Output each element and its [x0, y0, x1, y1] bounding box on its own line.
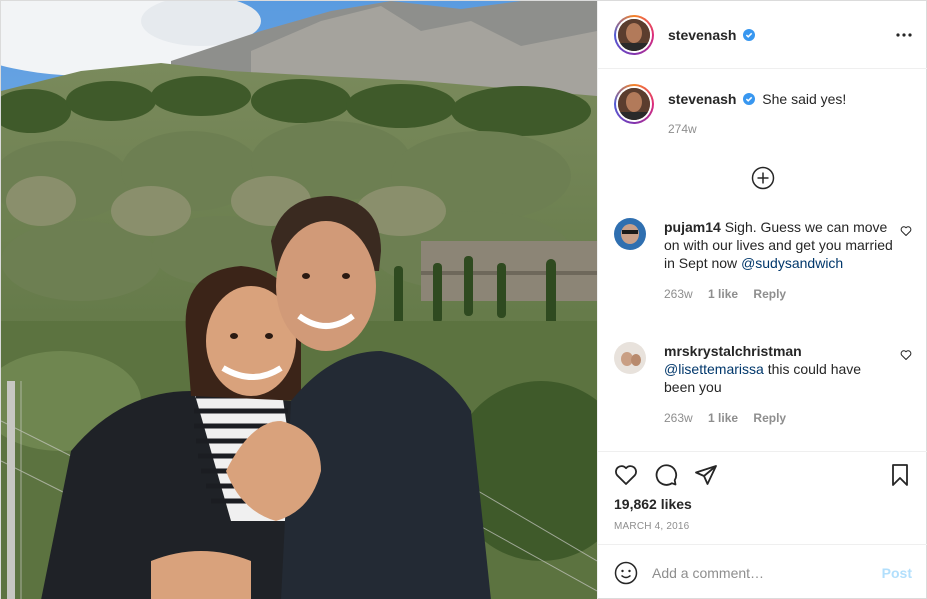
- comment-bubble-icon: [655, 464, 678, 486]
- caption-text: She said yes!: [762, 91, 847, 107]
- comment-mention[interactable]: @sudysandwich: [741, 255, 843, 271]
- emoji-button[interactable]: [614, 561, 638, 585]
- comment-item: pujam14 Sigh. Guess we can move on with …: [614, 218, 912, 303]
- heart-outline-icon: [900, 226, 912, 236]
- post-comment-button[interactable]: Post: [882, 565, 912, 581]
- author-username[interactable]: stevenash: [668, 27, 736, 43]
- comment-meta: 263w 1 like Reply: [664, 285, 896, 303]
- post-photo[interactable]: [1, 1, 597, 599]
- comment-time[interactable]: 263w: [664, 287, 693, 301]
- caption-username[interactable]: stevenash: [668, 91, 736, 107]
- instagram-post: stevenash stevenash She said yes! 274w p…: [0, 0, 927, 599]
- more-horizontal-icon: [896, 33, 912, 37]
- comment-likes[interactable]: 1 like: [708, 287, 738, 301]
- like-button[interactable]: [614, 463, 638, 487]
- share-button[interactable]: [694, 463, 718, 487]
- verified-badge-icon: [743, 28, 756, 41]
- verified-badge-icon: [743, 93, 756, 105]
- avatar-photo-icon: [614, 218, 646, 250]
- post-side-panel: stevenash stevenash She said yes! 274w p…: [597, 1, 927, 599]
- avatar-photo-icon: [618, 88, 650, 120]
- like-comment-button[interactable]: [900, 224, 912, 240]
- avatar-photo-icon: [614, 342, 646, 374]
- smiley-icon: [614, 561, 638, 584]
- comment-likes[interactable]: 1 like: [708, 411, 738, 425]
- comment-meta: 263w 1 like Reply: [664, 409, 896, 427]
- post-actions: 19,862 likes March 4, 2016: [598, 451, 927, 532]
- avatar-photo-icon: [618, 18, 650, 51]
- author-avatar[interactable]: [614, 14, 654, 55]
- action-icons: [614, 452, 912, 498]
- commenter-avatar[interactable]: [614, 218, 646, 250]
- bookmark-icon: [892, 464, 908, 486]
- post-header: stevenash: [598, 1, 927, 69]
- commenter-avatar[interactable]: [614, 342, 646, 374]
- heart-outline-icon: [900, 350, 912, 360]
- save-button[interactable]: [888, 463, 912, 487]
- comment-username[interactable]: pujam14: [664, 219, 721, 235]
- author-avatar-image: [618, 18, 650, 51]
- caption-time[interactable]: 274w: [668, 120, 846, 138]
- comment-time[interactable]: 263w: [664, 411, 693, 425]
- reply-button[interactable]: Reply: [753, 287, 786, 301]
- like-comment-button[interactable]: [900, 348, 912, 364]
- comment-item: mrskrystalchristman @lisettemarissa this…: [614, 342, 912, 427]
- post-date[interactable]: March 4, 2016: [614, 521, 912, 532]
- comment-button[interactable]: [654, 463, 678, 487]
- caption-author-avatar[interactable]: [614, 84, 654, 124]
- paper-plane-icon: [695, 465, 717, 485]
- photo-illustration: [1, 1, 597, 599]
- more-options-button[interactable]: [892, 23, 916, 47]
- heart-icon: [615, 465, 637, 485]
- likes-count[interactable]: 19,862 likes: [614, 496, 912, 512]
- comments-section[interactable]: stevenash She said yes! 274w pujam14 Sig…: [598, 70, 927, 450]
- load-more-comments-button[interactable]: [598, 166, 927, 190]
- add-comment-bar: Add a comment… Post: [598, 544, 927, 599]
- author-username-link[interactable]: stevenash: [668, 27, 756, 43]
- comment-input[interactable]: Add a comment…: [652, 565, 882, 581]
- plus-circle-icon: [751, 166, 775, 190]
- comment-username[interactable]: mrskrystalchristman: [664, 343, 802, 359]
- reply-button[interactable]: Reply: [753, 411, 786, 425]
- comment-mention[interactable]: @lisettemarissa: [664, 361, 764, 377]
- post-caption: stevenash She said yes! 274w: [614, 84, 912, 138]
